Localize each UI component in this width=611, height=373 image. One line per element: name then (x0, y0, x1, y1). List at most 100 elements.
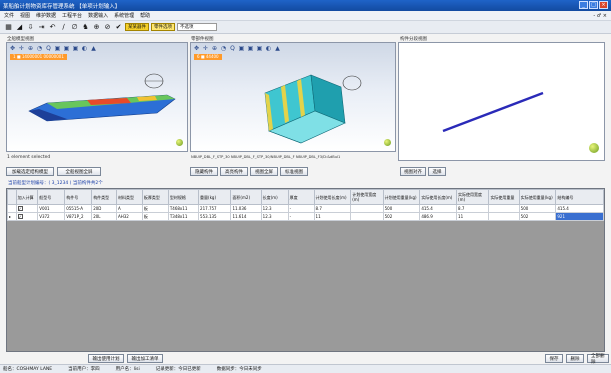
column-header[interactable]: 构件号 (64, 189, 93, 205)
column-header[interactable]: 实际使用重量 (488, 189, 520, 205)
ship-model-view[interactable]: ✥ ✛ ⊕ ◔ Q ▣ ▣ ▣ ◐ ▲ 1 ■ 14000001 0000000… (6, 42, 188, 152)
include-checkbox[interactable]: ✓ (15, 204, 39, 213)
move-icon[interactable]: ✛ (202, 45, 209, 52)
view-top-icon[interactable]: ▣ (63, 45, 70, 52)
cell-plan-weight[interactable]: 500 (382, 204, 421, 213)
cell-actual-width[interactable]: 11 (456, 212, 490, 221)
menu-file[interactable]: 文件 (4, 12, 14, 19)
menu-maintain[interactable]: 维护数据 (36, 12, 56, 19)
line-icon[interactable]: ∕ (59, 23, 68, 32)
cancel-icon[interactable]: ⊘ (103, 23, 112, 32)
search-icon[interactable]: Q (229, 45, 236, 52)
column-header[interactable]: 实际使用重量(kg) (518, 189, 557, 205)
cell-weight[interactable]: 217.757 (198, 204, 232, 213)
undo-icon[interactable]: ↶ (48, 23, 57, 32)
cell-length[interactable]: 12.3 (260, 212, 289, 221)
view-front-icon[interactable]: ▣ (238, 45, 245, 52)
table-row-selected[interactable]: ▸ ✓ V372 V871P_2 20L AH32 板 T348x11 553.… (7, 212, 604, 221)
segment-view[interactable] (398, 42, 605, 161)
rotate-icon[interactable]: ◔ (220, 45, 227, 52)
check-icon[interactable]: ✔ (114, 23, 123, 32)
cell-length[interactable]: 12.3 (260, 204, 289, 213)
column-header[interactable]: 厚度 (287, 189, 315, 205)
cell-ship[interactable]: V001 (37, 204, 66, 213)
menu-input[interactable]: 数据输入 (88, 12, 108, 19)
delete-all-button[interactable]: 全部删除 (587, 354, 609, 365)
mdi-controls[interactable]: - ♂ × (593, 13, 607, 19)
cell-actual-weight[interactable] (488, 212, 520, 221)
cell-plan-width[interactable] (350, 212, 384, 221)
cell-actual-length[interactable]: 486.9 (419, 212, 458, 221)
menu-system[interactable]: 系统管理 (114, 12, 134, 19)
zoom-in-icon[interactable]: ⊕ (27, 45, 34, 52)
view-side-icon[interactable]: ▣ (256, 45, 263, 52)
cell-actual-weight-kg[interactable]: 500 (518, 204, 557, 213)
hide-part-button[interactable]: 隐藏构件 (190, 167, 218, 176)
pan-icon[interactable]: ✥ (9, 45, 16, 52)
load-model-button[interactable]: 加载选定结构模型 (6, 167, 54, 176)
checkbox[interactable]: ✓ (17, 206, 23, 211)
export-icon[interactable]: ⇥ (37, 23, 46, 32)
cell-material[interactable]: AH32 (116, 212, 143, 221)
move-icon[interactable]: ✛ (18, 45, 25, 52)
render-icon[interactable]: ▲ (90, 45, 97, 52)
cell-plan-length[interactable]: 11 (313, 212, 352, 221)
cell-spec[interactable]: T348x11 (167, 212, 200, 221)
cell-plan-weight[interactable]: 502 (382, 212, 421, 221)
zoom-in-icon[interactable]: ⊕ (211, 45, 218, 52)
circle-icon[interactable]: ∅ (70, 23, 79, 32)
column-header[interactable]: 重量(kg) (198, 189, 232, 205)
pan-icon[interactable]: ✥ (193, 45, 200, 52)
checkbox[interactable]: ✓ (17, 214, 23, 219)
part-model-view[interactable]: ✥ ✛ ⊕ ◔ Q ▣ ▣ ▣ ◐ ▲ 6 ■ 44400 (190, 42, 396, 152)
compass-icon[interactable] (176, 139, 183, 146)
cell-ship[interactable]: V372 (37, 212, 66, 221)
grid-icon[interactable]: ▦ (4, 23, 13, 32)
component-button[interactable]: 某某器件 (125, 23, 149, 31)
part-option-button[interactable]: 零件选项 (151, 23, 175, 31)
cell-thickness-type[interactable]: 板 (141, 204, 169, 213)
column-header[interactable]: 计划使用重量(kg) (382, 189, 421, 205)
export-plan-button[interactable]: 输出使用计划 (88, 354, 124, 363)
column-header[interactable]: 船型号 (37, 189, 66, 205)
menu-help[interactable]: 帮助 (140, 12, 150, 19)
column-header[interactable]: 板厚类型 (141, 189, 169, 205)
cell-structure-code[interactable]: 415.4 (555, 204, 604, 213)
column-header[interactable]: 材料类型 (116, 189, 143, 205)
rotate-icon[interactable]: ◔ (36, 45, 43, 52)
view-top-icon[interactable]: ▣ (247, 45, 254, 52)
compass-icon[interactable] (384, 139, 391, 146)
column-header[interactable]: 实际使用宽度(m) (456, 189, 490, 205)
column-header[interactable]: 计划使用宽度(m) (350, 189, 384, 205)
highlight-part-button[interactable]: 高亮构件 (220, 167, 248, 176)
cell-plan-length[interactable]: 8.7 (313, 204, 352, 213)
column-header[interactable]: 计划使用长度(m) (313, 189, 352, 205)
view-front-icon[interactable]: ▣ (54, 45, 61, 52)
column-header[interactable]: 构件类型 (91, 189, 118, 205)
cell-part-type[interactable]: 20L (91, 212, 118, 221)
cell-structure-code[interactable]: 921 (555, 212, 604, 221)
shade-icon[interactable]: ◐ (81, 45, 88, 52)
column-header[interactable]: 结构编号 (555, 189, 604, 205)
column-header[interactable]: 长度(m) (260, 189, 289, 205)
minimize-button[interactable]: _ (579, 1, 588, 9)
delete-button[interactable]: 删除 (566, 354, 584, 363)
table-row[interactable]: ✓ V001 05515-A 20D A 板 T468x11 217.757 1… (7, 204, 604, 213)
option-dropdown[interactable]: 不选项 (177, 23, 217, 31)
column-header[interactable]: 型材规格 (167, 189, 200, 205)
cell-part-type[interactable]: 20D (91, 204, 118, 213)
add-icon[interactable]: ⊕ (92, 23, 101, 32)
cell-actual-weight-kg[interactable]: 502 (518, 212, 557, 221)
ship-fullscreen-button[interactable]: 全船视图全屏 (57, 167, 101, 176)
select-button[interactable]: 选择 (428, 167, 446, 176)
standard-view-button[interactable]: 标准视图 (280, 167, 308, 176)
include-checkbox[interactable]: ✓ (15, 212, 39, 221)
cell-thickness-type[interactable]: 板 (141, 212, 169, 221)
cell-plan-width[interactable] (350, 204, 384, 213)
view-fullscreen-button[interactable]: 视图全屏 (250, 167, 278, 176)
menu-view[interactable]: 视图 (20, 12, 30, 19)
cell-spec[interactable]: T468x11 (167, 204, 200, 213)
column-header[interactable]: 实际使用长度(m) (419, 189, 458, 205)
align-view-button[interactable]: 视图对齐 (400, 167, 426, 176)
cell-thickness[interactable]: - (287, 212, 315, 221)
